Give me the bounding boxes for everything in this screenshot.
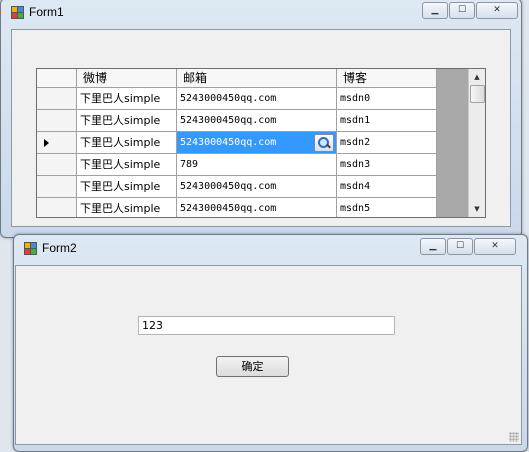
ok-button[interactable]: 确定 bbox=[216, 356, 289, 377]
cell-weibo[interactable]: 下里巴人simple bbox=[77, 88, 177, 110]
cell-email[interactable]: 5243000450qq.com bbox=[177, 198, 337, 217]
scroll-up-arrow-icon[interactable]: ▲ bbox=[469, 69, 485, 85]
current-row-arrow-icon bbox=[44, 139, 49, 147]
grid-header: 微博 邮箱 博客 bbox=[37, 69, 437, 88]
value-input[interactable]: 123 bbox=[138, 316, 395, 335]
table-row-current[interactable]: 下里巴人simple 5243000450qq.com msdn2 bbox=[37, 132, 437, 154]
row-header-current[interactable] bbox=[37, 132, 77, 154]
search-icon[interactable] bbox=[314, 134, 334, 152]
cell-email-text: 5243000450qq.com bbox=[180, 137, 277, 148]
cell-blog[interactable]: msdn1 bbox=[337, 110, 437, 132]
cell-email[interactable]: 789 bbox=[177, 154, 337, 176]
form2-client-area: 123 确定 bbox=[15, 265, 522, 445]
scroll-thumb[interactable] bbox=[470, 85, 485, 103]
cell-weibo[interactable]: 下里巴人simple bbox=[77, 154, 177, 176]
cell-weibo[interactable]: 下里巴人simple bbox=[77, 132, 177, 154]
app-icon bbox=[11, 6, 24, 19]
vertical-scrollbar[interactable]: ▲ ▼ bbox=[468, 69, 485, 217]
cell-email[interactable]: 5243000450qq.com bbox=[177, 110, 337, 132]
cell-weibo[interactable]: 下里巴人simple bbox=[77, 176, 177, 198]
cell-blog[interactable]: msdn0 bbox=[337, 88, 437, 110]
resize-grip-icon[interactable] bbox=[509, 432, 519, 442]
table-row[interactable]: 下里巴人simple 5243000450qq.com msdn4 bbox=[37, 176, 437, 198]
maximize-button[interactable]: ☐ bbox=[449, 2, 475, 19]
cell-email[interactable]: 5243000450qq.com bbox=[177, 176, 337, 198]
form1-titlebar[interactable]: Form1 ▁ ☐ ✕ bbox=[1, 0, 521, 25]
row-header[interactable] bbox=[37, 176, 77, 198]
form1-client-area: 微博 邮箱 博客 下里巴人simple 5243000450qq.com msd… bbox=[11, 29, 511, 227]
window-title: Form1 bbox=[29, 5, 64, 19]
row-header[interactable] bbox=[37, 198, 77, 217]
close-button[interactable]: ✕ bbox=[474, 238, 516, 255]
column-header-weibo[interactable]: 微博 bbox=[77, 69, 177, 87]
table-row[interactable]: 下里巴人simple 5243000450qq.com msdn1 bbox=[37, 110, 437, 132]
app-icon bbox=[24, 242, 37, 255]
window-title: Form2 bbox=[42, 241, 77, 255]
row-header[interactable] bbox=[37, 110, 77, 132]
cell-blog[interactable]: msdn4 bbox=[337, 176, 437, 198]
cell-weibo[interactable]: 下里巴人simple bbox=[77, 110, 177, 132]
row-header-corner bbox=[37, 69, 77, 87]
form2-window: Form2 ▁ ☐ ✕ 123 确定 bbox=[13, 234, 528, 452]
minimize-button[interactable]: ▁ bbox=[420, 238, 446, 255]
table-row[interactable]: 下里巴人simple 5243000450qq.com msdn5 bbox=[37, 198, 437, 217]
cell-email-selected[interactable]: 5243000450qq.com bbox=[177, 132, 337, 154]
cell-blog[interactable]: msdn3 bbox=[337, 154, 437, 176]
form2-titlebar[interactable]: Form2 ▁ ☐ ✕ bbox=[14, 235, 527, 261]
cell-email[interactable]: 5243000450qq.com bbox=[177, 88, 337, 110]
column-header-blog[interactable]: 博客 bbox=[337, 69, 437, 87]
table-row[interactable]: 下里巴人simple 5243000450qq.com msdn0 bbox=[37, 88, 437, 110]
close-button[interactable]: ✕ bbox=[476, 2, 518, 19]
row-header[interactable] bbox=[37, 88, 77, 110]
table-row[interactable]: 下里巴人simple 789 msdn3 bbox=[37, 154, 437, 176]
data-grid[interactable]: 微博 邮箱 博客 下里巴人simple 5243000450qq.com msd… bbox=[36, 68, 486, 218]
cell-blog[interactable]: msdn5 bbox=[337, 198, 437, 217]
scroll-down-arrow-icon[interactable]: ▼ bbox=[469, 201, 485, 217]
cell-weibo[interactable]: 下里巴人simple bbox=[77, 198, 177, 217]
maximize-button[interactable]: ☐ bbox=[447, 238, 473, 255]
minimize-button[interactable]: ▁ bbox=[422, 2, 448, 19]
column-header-email[interactable]: 邮箱 bbox=[177, 69, 337, 87]
row-header[interactable] bbox=[37, 154, 77, 176]
cell-blog[interactable]: msdn2 bbox=[337, 132, 437, 154]
form1-window: Form1 ▁ ☐ ✕ 微博 邮箱 博客 下里巴人simple 52430004… bbox=[0, 0, 522, 238]
